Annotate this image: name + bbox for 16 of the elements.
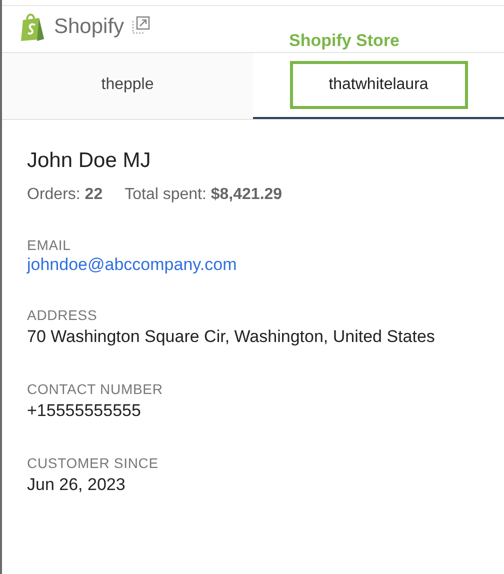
field-label: EMAIL — [27, 237, 72, 253]
customer-stat: Orders: 22 — [27, 185, 103, 205]
field-value: 70 Washington Square Cir, Washington, United States — [27, 326, 436, 348]
annotation-label: Shopify Store — [289, 32, 400, 49]
store-tab[interactable]: thepple — [2, 53, 253, 119]
field-label: CONTACT NUMBER — [27, 381, 164, 397]
field-label: ADDRESS — [27, 307, 98, 323]
external-link-icon[interactable] — [132, 16, 150, 34]
field-value: Jun 26, 2023 — [27, 474, 126, 496]
field-label: CUSTOMER SINCE — [27, 455, 160, 471]
field-value: +15555555555 — [27, 400, 142, 422]
app-title: Shopify — [54, 14, 124, 40]
email-link[interactable]: johndoe@abccompany.com — [27, 253, 237, 277]
customer-stat: Total spent: $8,421.29 — [124, 185, 282, 205]
customer-name: John Doe MJ — [27, 148, 152, 174]
shopping-bag-icon — [19, 12, 46, 42]
